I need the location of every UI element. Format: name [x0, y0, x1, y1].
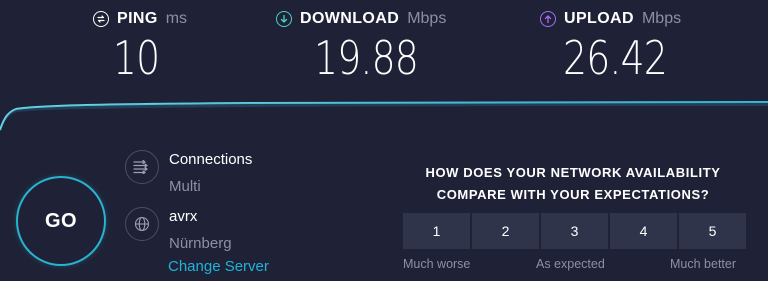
- upload-unit: Mbps: [641, 10, 682, 27]
- speed-graph-fill: [0, 102, 768, 132]
- upload-metric: UPLOAD Mbps 26.42: [540, 10, 690, 86]
- ping-icon: [93, 11, 109, 27]
- scale-mid-label: As expected: [536, 257, 605, 271]
- ping-unit: ms: [165, 10, 188, 27]
- ping-value: 10: [112, 31, 160, 85]
- rating-scale: 1 2 3 4 5: [403, 213, 746, 249]
- rating-option-2[interactable]: 2: [472, 213, 539, 249]
- rating-option-1[interactable]: 1: [403, 213, 470, 249]
- connections-icon: [125, 150, 159, 184]
- upload-label: UPLOAD: [564, 10, 634, 27]
- connections-value: Multi: [169, 178, 201, 195]
- connections-title: Connections: [169, 151, 253, 168]
- scale-low-label: Much worse: [403, 257, 471, 271]
- ping-metric: PING ms 10: [93, 10, 193, 86]
- ping-header: PING ms: [93, 10, 193, 28]
- download-arrow-icon: [276, 11, 292, 27]
- download-value: 19.88: [314, 31, 419, 85]
- go-button[interactable]: GO: [16, 176, 106, 266]
- speed-graph: [0, 101, 768, 132]
- download-label: DOWNLOAD: [300, 10, 400, 27]
- upload-header: UPLOAD Mbps: [540, 10, 690, 28]
- survey-question: HOW DOES YOUR NETWORK AVAILABILITY COMPA…: [425, 165, 721, 202]
- server-location: Nürnberg: [169, 235, 232, 252]
- download-unit: Mbps: [407, 10, 447, 27]
- upload-value: 26.42: [563, 31, 668, 85]
- globe-icon: [125, 207, 159, 241]
- server-name: avrx: [169, 208, 198, 225]
- ping-label: PING: [117, 10, 158, 27]
- rating-option-5[interactable]: 5: [679, 213, 746, 249]
- go-button-label: GO: [44, 209, 78, 232]
- rating-option-4[interactable]: 4: [610, 213, 677, 249]
- download-metric: DOWNLOAD Mbps 19.88: [276, 10, 456, 86]
- scale-high-label: Much better: [670, 257, 737, 271]
- download-header: DOWNLOAD Mbps: [276, 10, 456, 28]
- rating-option-3[interactable]: 3: [541, 213, 608, 249]
- change-server-link[interactable]: Change Server: [168, 258, 269, 275]
- upload-arrow-icon: [540, 11, 556, 27]
